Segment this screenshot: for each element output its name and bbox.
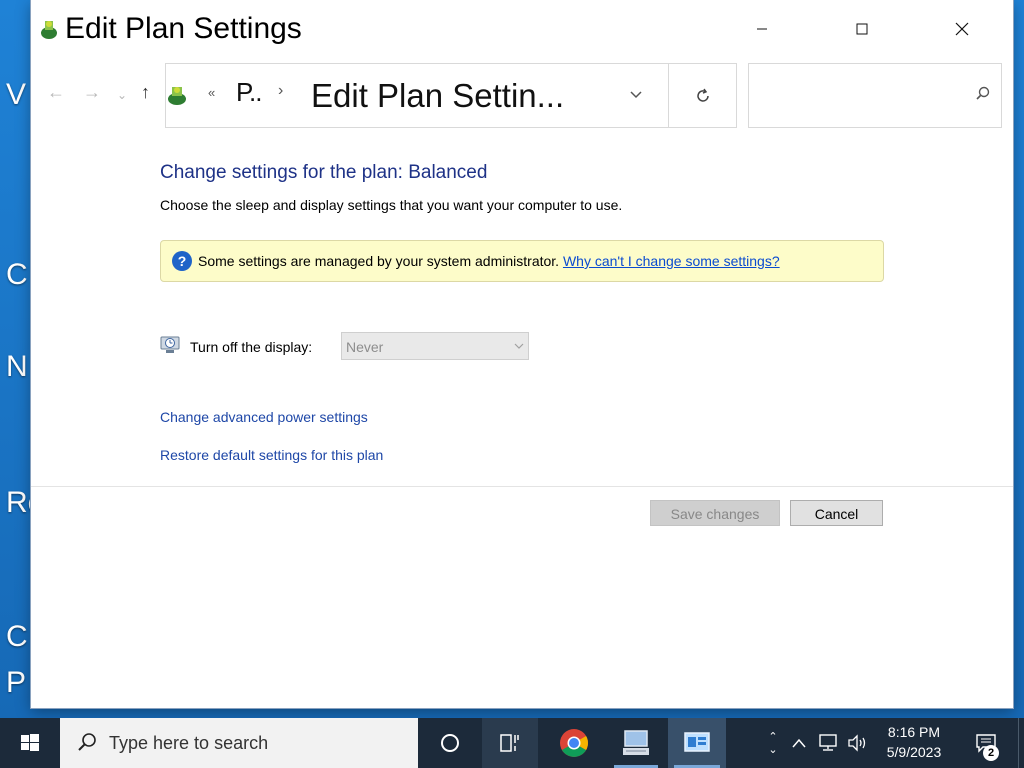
desktop-icon-label: C [6,258,28,291]
arrow-left-icon: ← [47,82,65,102]
edit-plan-settings-window: Edit Plan Settings ← → ⌄ ↑ « P.. › Edit … [31,0,1013,708]
taskbar-search-box[interactable]: Type here to search [60,718,418,768]
address-breadcrumb-parent[interactable]: P.. [236,77,262,108]
search-box[interactable] [748,63,1002,128]
display-timer-icon [160,336,180,353]
taskbar-search-placeholder: Type here to search [109,733,269,753]
page-title: Change settings for the plan: Balanced [160,162,488,183]
task-view-icon [500,734,519,752]
turn-off-display-value: Never [346,339,384,355]
turn-off-display-select[interactable]: Never [341,332,529,360]
change-advanced-power-settings-link[interactable]: Change advanced power settings [160,409,368,425]
restore-default-settings-link[interactable]: Restore default settings for this plan [160,447,383,463]
why-cant-i-change-link[interactable]: Why can't I change some settings? [563,253,780,269]
show-hidden-icons-button[interactable] [786,718,812,768]
up-button[interactable]: ↑ [141,82,150,103]
search-icon [78,733,96,751]
chevron-down-icon[interactable]: ⌄ [768,743,777,756]
info-text: Some settings are managed by your system… [198,253,560,269]
page-description: Choose the sleep and display settings th… [160,197,623,213]
desktop-icon-label: N [6,350,28,383]
power-plan-icon [41,21,57,39]
help-icon: ? [172,251,192,271]
address-breadcrumb-current[interactable]: Edit Plan Settin... [311,77,564,115]
taskbar-scroll-buttons[interactable]: ⌃ ⌄ [760,718,786,768]
refresh-button[interactable] [668,63,737,128]
cancel-button[interactable]: Cancel [790,500,883,526]
remote-desktop-taskbar-button[interactable] [608,718,664,768]
speaker-icon [848,734,866,752]
maximize-icon [856,23,868,35]
cortana-circle-icon [441,734,459,752]
search-icon [976,86,990,100]
action-center-button[interactable] [964,718,1008,768]
windows-logo-icon [21,734,39,751]
task-view-button[interactable] [482,718,538,768]
recent-locations-button[interactable]: ⌄ [117,88,127,102]
arrow-up-icon: ↑ [141,82,150,102]
turn-off-display-label: Turn off the display: [190,339,313,355]
back-button[interactable]: ← [47,82,65,103]
info-message: Some settings are managed by your system… [198,253,780,269]
arrow-right-icon: → [83,82,101,102]
taskbar: Type here to search ⌃ ⌄ 8:16 PM 5/9/2023… [0,718,1024,768]
control-panel-icon [684,732,710,752]
taskbar-clock[interactable]: 8:16 PM 5/9/2023 [872,722,956,762]
network-tray-button[interactable] [814,718,842,768]
address-bar[interactable]: « P.. › Edit Plan Settin... [165,63,669,128]
chevron-up-icon[interactable]: ⌃ [768,730,777,743]
chrome-icon [560,729,588,757]
desktop-icon-label: P [6,666,27,699]
window-title: Edit Plan Settings [65,12,302,45]
monitor-keyboard-icon [623,730,649,755]
desktop-icon-label: V [6,78,27,111]
save-changes-button[interactable]: Save changes [650,500,780,526]
forward-button[interactable]: → [83,82,101,103]
notification-count-badge: 2 [983,745,999,761]
volume-tray-button[interactable] [844,718,872,768]
chrome-taskbar-button[interactable] [546,718,602,768]
show-desktop-button[interactable] [1018,718,1024,768]
title-bar[interactable]: Edit Plan Settings [31,0,1013,60]
close-button[interactable] [911,0,1013,58]
maximize-button[interactable] [811,0,913,58]
network-icon [819,734,837,751]
start-button[interactable] [0,718,60,768]
desktop-icon-label: C [6,620,28,653]
refresh-icon [696,88,709,102]
control-panel-taskbar-button[interactable] [668,718,726,768]
admin-info-banner: ? Some settings are managed by your syst… [160,240,884,282]
breadcrumb-separator-icon: › [278,82,284,99]
address-overflow-chevron[interactable]: « [208,85,215,100]
clock-time: 8:16 PM [887,724,941,740]
divider [31,486,1013,487]
clock-date: 5/9/2023 [886,744,942,760]
cortana-button[interactable] [422,718,478,768]
control-panel-icon [168,87,186,105]
close-icon [955,22,969,36]
minimize-button[interactable] [711,0,813,58]
minimize-icon [757,28,767,30]
chevron-up-icon [792,738,806,748]
address-dropdown-icon[interactable] [626,84,646,104]
chevron-down-icon [514,343,524,349]
chevron-down-icon: ⌄ [117,88,128,102]
